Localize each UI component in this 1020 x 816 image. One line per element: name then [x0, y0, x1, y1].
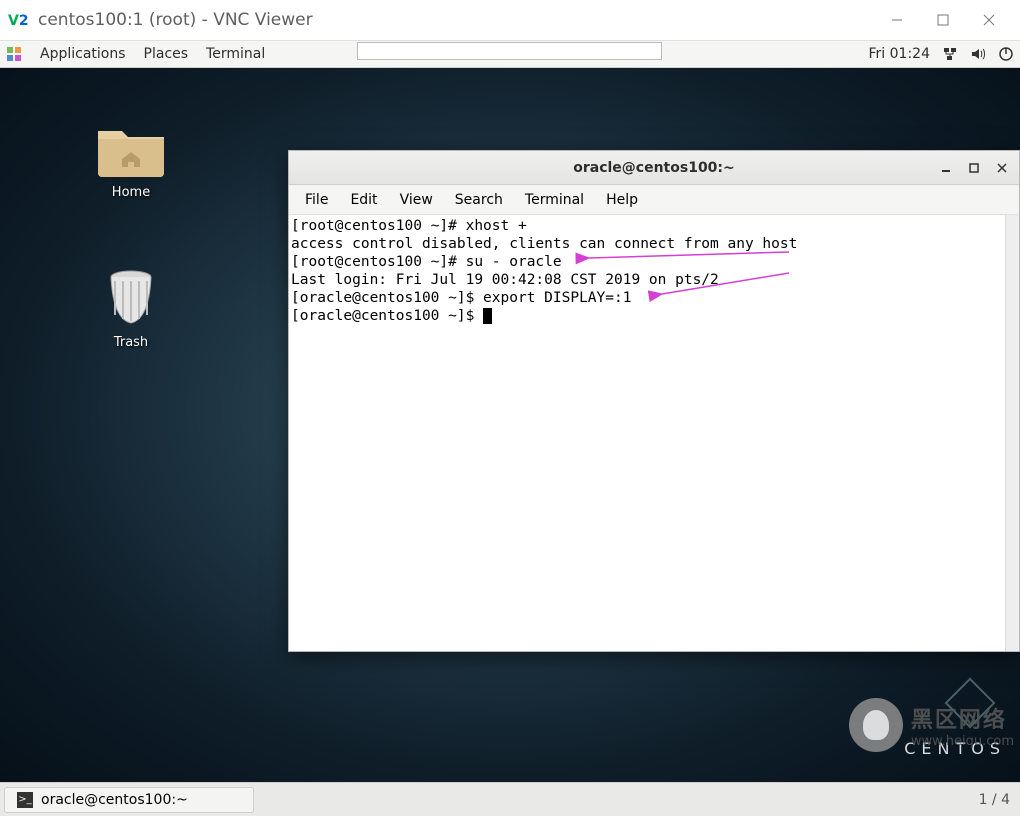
vnc-maximize-button[interactable] [920, 4, 966, 36]
power-icon[interactable] [998, 46, 1014, 62]
trash-icon [101, 267, 161, 329]
terminal-scrollbar[interactable] [1005, 215, 1019, 651]
vnc-titlebar: V2 centos100:1 (root) - VNC Viewer [0, 0, 1020, 40]
desktop-icon-label: Trash [86, 335, 176, 350]
panel-clock[interactable]: Fri 01:24 [869, 46, 930, 62]
terminal-menu-help[interactable]: Help [596, 188, 648, 212]
taskbar-item-label: oracle@centos100:~ [41, 792, 188, 808]
watermark: 黑区网络 www.heiqu.com [849, 698, 1014, 752]
terminal-body[interactable]: [root@centos100 ~]# xhost + access contr… [289, 215, 1019, 651]
vnc-window-title: centos100:1 (root) - VNC Viewer [38, 10, 874, 30]
terminal-title: oracle@centos100:~ [573, 160, 735, 176]
terminal-close-button[interactable] [991, 157, 1013, 179]
terminal-maximize-button[interactable] [963, 157, 985, 179]
watermark-logo-icon [849, 698, 903, 752]
terminal-menu-view[interactable]: View [390, 188, 443, 212]
taskbar: >_ oracle@centos100:~ 1 / 4 [0, 782, 1020, 816]
desktop-icon-home[interactable]: Home [86, 110, 176, 200]
terminal-line: [oracle@centos100 ~]$ export DISPLAY=:1 [291, 290, 631, 306]
terminal-cursor [483, 308, 492, 324]
panel-places[interactable]: Places [144, 46, 189, 62]
terminal-app-icon: >_ [17, 792, 33, 808]
volume-icon[interactable] [970, 46, 986, 62]
terminal-window[interactable]: oracle@centos100:~ File Edit View Search… [288, 150, 1020, 652]
network-icon[interactable] [942, 46, 958, 62]
watermark-line2: www.heiqu.com [911, 734, 1014, 749]
desktop-icon-label: Home [86, 185, 176, 200]
folder-home-icon [92, 117, 170, 179]
terminal-menu-edit[interactable]: Edit [340, 188, 387, 212]
panel-input-box[interactable] [357, 42, 662, 60]
desktop[interactable]: Home Trash CENTOS oracle@centos100:~ F [0, 68, 1020, 782]
terminal-line: access control disabled, clients can con… [291, 236, 797, 252]
terminal-line: [root@centos100 ~]# su - oracle [291, 254, 562, 270]
terminal-line: Last login: Fri Jul 19 00:42:08 CST 2019… [291, 272, 719, 288]
panel-terminal[interactable]: Terminal [206, 46, 265, 62]
terminal-line: [oracle@centos100 ~]$ [291, 308, 483, 324]
vnc-minimize-button[interactable] [874, 4, 920, 36]
taskbar-item-terminal[interactable]: >_ oracle@centos100:~ [4, 787, 254, 813]
terminal-menu-terminal[interactable]: Terminal [515, 188, 594, 212]
terminal-menu-search[interactable]: Search [445, 188, 513, 212]
terminal-menu-file[interactable]: File [295, 188, 338, 212]
panel-applications[interactable]: Applications [40, 46, 126, 62]
activities-icon[interactable] [6, 46, 22, 62]
terminal-line: [root@centos100 ~]# xhost + [291, 218, 527, 234]
svg-text:V2: V2 [8, 13, 28, 29]
watermark-line1: 黑区网络 [911, 702, 1014, 734]
terminal-minimize-button[interactable] [935, 157, 957, 179]
vnc-logo-icon: V2 [8, 10, 28, 30]
vnc-close-button[interactable] [966, 4, 1012, 36]
terminal-titlebar[interactable]: oracle@centos100:~ [289, 151, 1019, 185]
terminal-menubar: File Edit View Search Terminal Help [289, 185, 1019, 215]
workspace-pager[interactable]: 1 / 4 [979, 792, 1010, 808]
desktop-icon-trash[interactable]: Trash [86, 260, 176, 350]
